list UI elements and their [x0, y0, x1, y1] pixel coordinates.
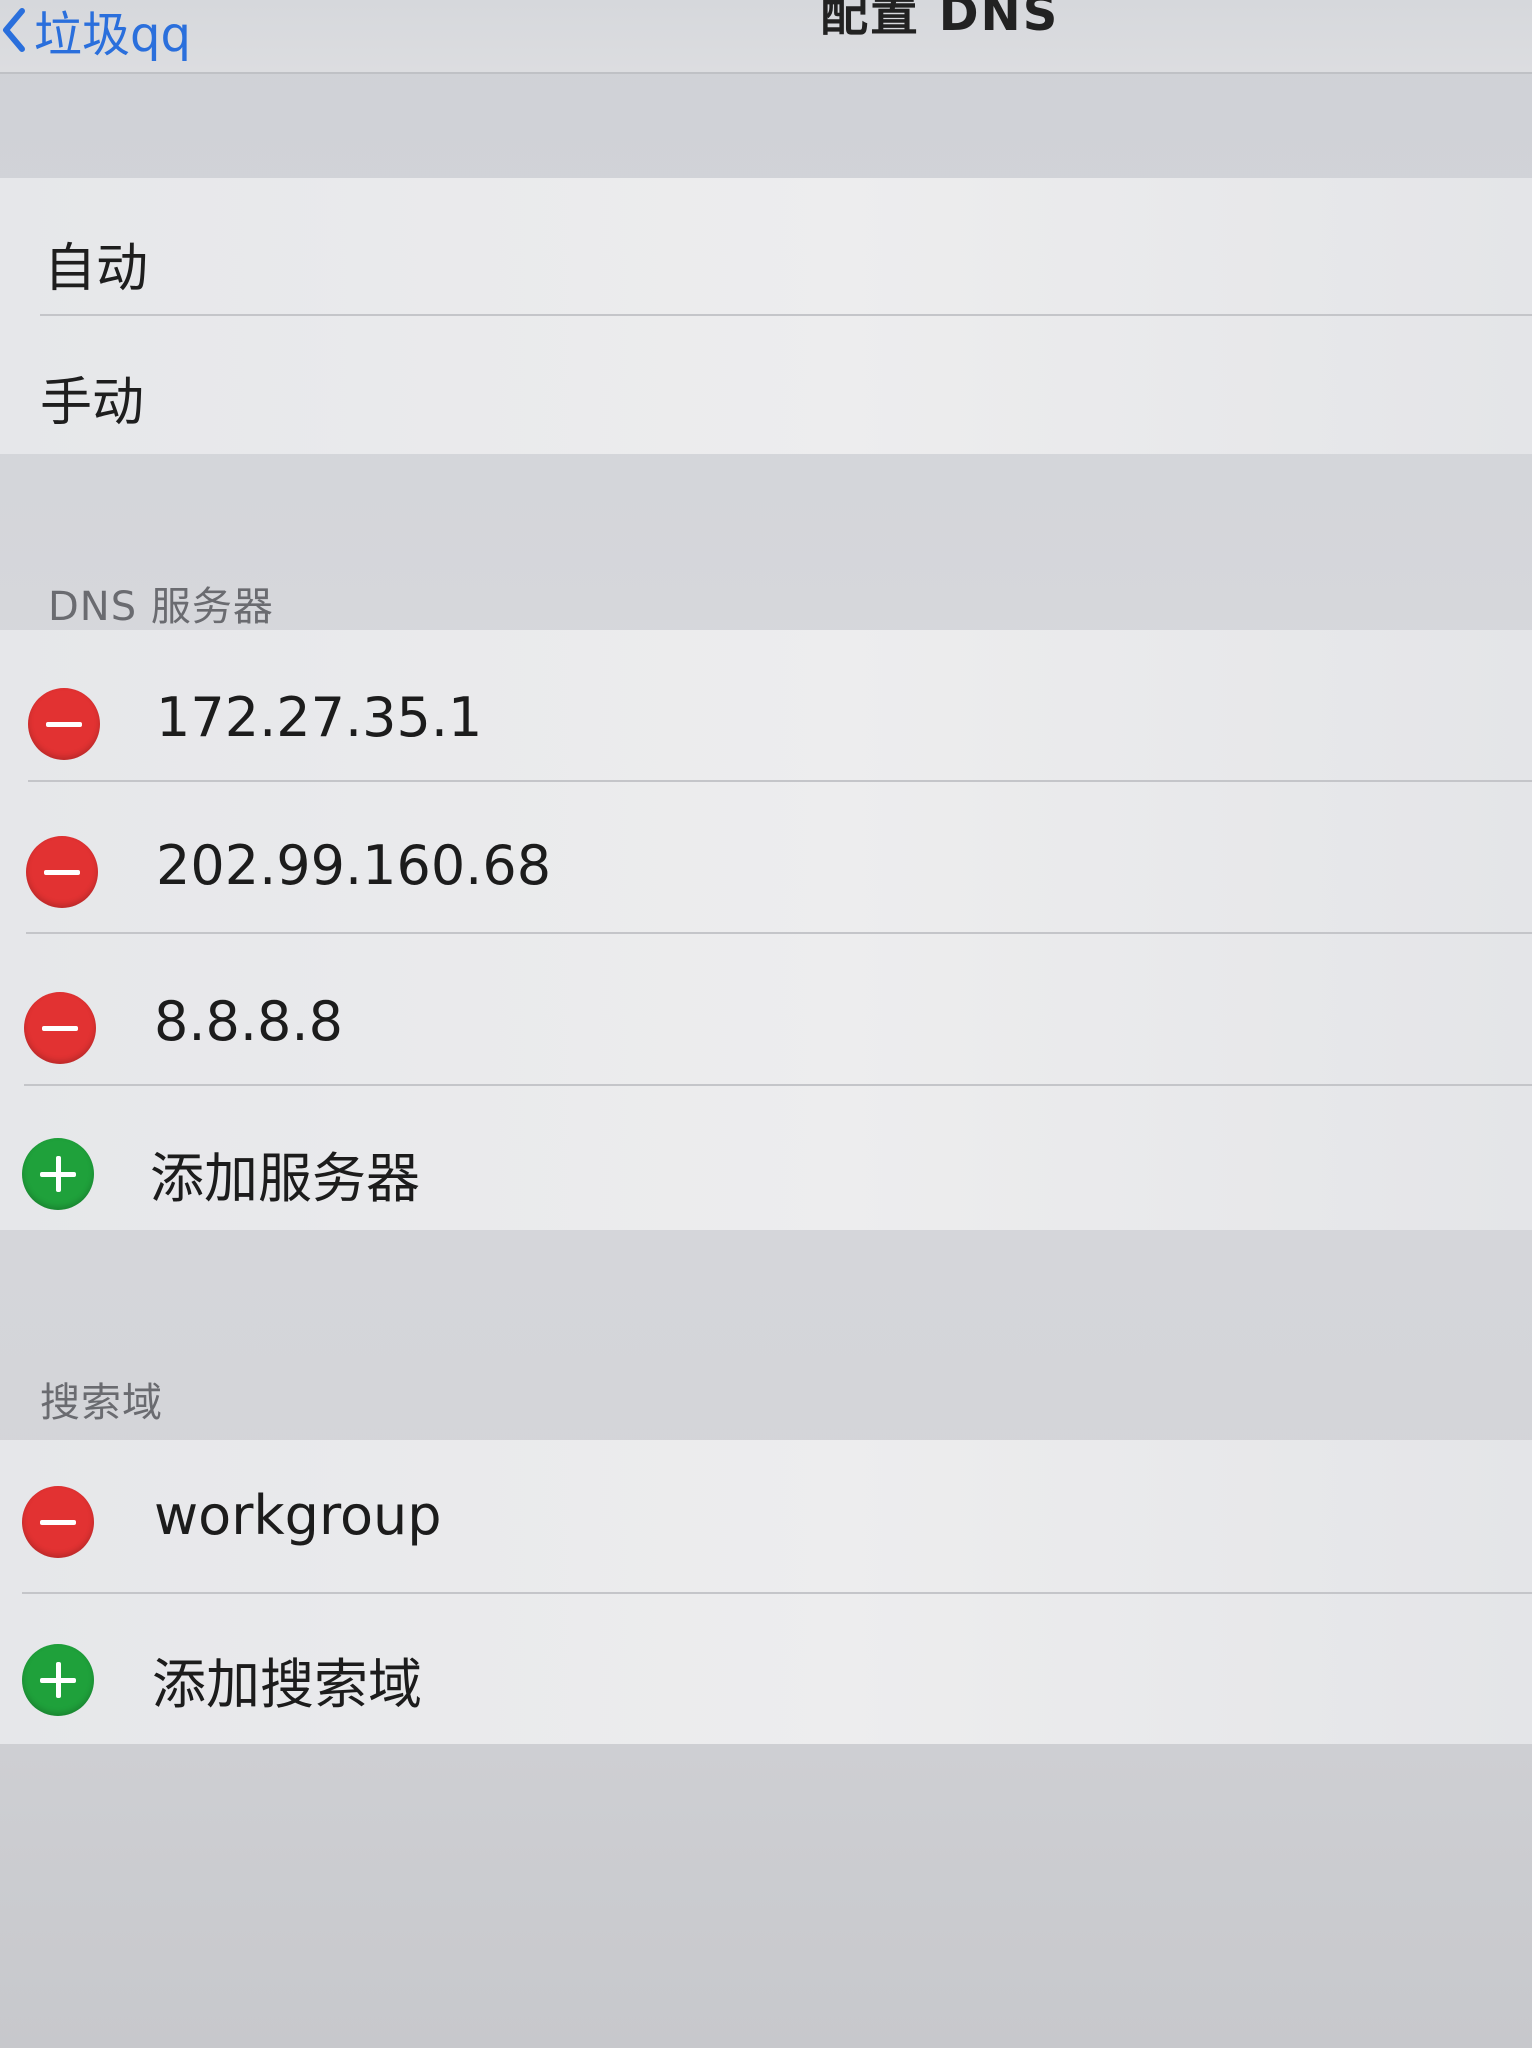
search-domain-row: workgroup — [0, 1440, 1532, 1592]
option-manual-label: 手动 — [40, 373, 145, 433]
option-automatic-label: 自动 — [44, 239, 149, 299]
minus-circle-icon[interactable] — [24, 992, 96, 1064]
option-automatic[interactable]: 自动 — [0, 178, 1532, 314]
search-domains-group: workgroup 添加搜索域 — [0, 1440, 1532, 1744]
search-domain-value[interactable]: workgroup — [154, 1484, 442, 1547]
back-label: 垃圾qq — [34, 7, 191, 63]
dns-server-row: 8.8.8.8 — [0, 934, 1532, 1084]
add-search-domain-label: 添加搜索域 — [152, 1653, 422, 1716]
config-mode-group: 自动 手动 — [0, 178, 1532, 454]
dns-server-row: 202.99.160.68 — [0, 782, 1532, 932]
option-manual[interactable]: 手动 — [0, 316, 1532, 454]
search-section-header: 搜索域 — [40, 1380, 163, 1426]
dns-servers-group: 172.27.35.1 202.99.160.68 8.8.8.8 添加服务器 — [0, 630, 1532, 1230]
minus-circle-icon[interactable] — [22, 1486, 94, 1558]
plus-circle-icon[interactable] — [22, 1644, 94, 1716]
minus-circle-icon[interactable] — [26, 836, 98, 908]
plus-circle-icon[interactable] — [22, 1138, 94, 1210]
screen: 垃圾qq 配置 DNS 自动 手动 DNS 服务器 172.27.35.1 20 — [0, 0, 1532, 2048]
chevron-left-icon — [3, 8, 25, 52]
add-search-domain-row[interactable]: 添加搜索域 — [0, 1594, 1532, 1744]
minus-circle-icon[interactable] — [28, 688, 100, 760]
dns-server-value[interactable]: 8.8.8.8 — [154, 990, 343, 1053]
dns-server-row: 172.27.35.1 — [0, 630, 1532, 780]
dns-server-value[interactable]: 202.99.160.68 — [156, 834, 551, 897]
dns-section-header: DNS 服务器 — [48, 584, 274, 630]
page-title: 配置 DNS — [820, 0, 1060, 42]
add-server-row[interactable]: 添加服务器 — [0, 1086, 1532, 1230]
back-button[interactable]: 垃圾qq — [0, 0, 191, 63]
navigation-bar: 垃圾qq 配置 DNS — [0, 0, 1532, 74]
dns-server-value[interactable]: 172.27.35.1 — [156, 686, 482, 749]
add-server-label: 添加服务器 — [150, 1147, 420, 1210]
